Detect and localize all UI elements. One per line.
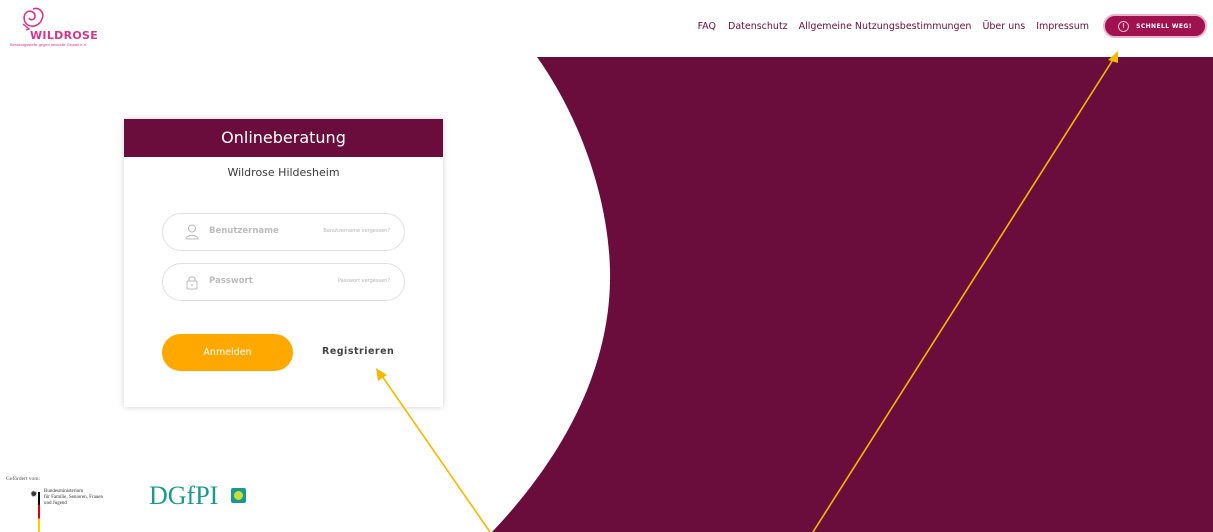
password-field[interactable]: Passwort Passwort vergessen? (162, 263, 405, 301)
nav-faq[interactable]: FAQ (698, 21, 716, 32)
quick-exit-label: SCHNELL WEG! (1136, 22, 1192, 30)
ministry-logo: ✹ Bundesministerium für Familie, Seniore… (30, 487, 130, 532)
header: WILDROSE Beratungsstelle gegen sexuelle … (0, 0, 1213, 57)
password-forgot-link[interactable]: Passwort vergessen? (338, 278, 390, 284)
nav-impressum[interactable]: Impressum (1036, 21, 1089, 32)
nav-ueber-uns[interactable]: Über uns (982, 21, 1025, 32)
funded-by-label: Gefördert vom: (6, 476, 41, 482)
flag-bar (38, 492, 40, 532)
quick-exit-button[interactable]: ! SCHNELL WEG! (1103, 14, 1207, 38)
logo-subtitle: Beratungsstelle gegen sexuelle Gewalt e.… (10, 42, 88, 47)
wildrose-logo[interactable]: WILDROSE Beratungsstelle gegen sexuelle … (9, 6, 119, 50)
dgfpi-logo: DGfPI (149, 481, 219, 510)
main-nav: FAQ Datenschutz Allgemeine Nutzungsbesti… (698, 14, 1213, 38)
dgfpi-badge-icon (231, 488, 246, 503)
user-icon (185, 224, 199, 240)
password-placeholder: Passwort (209, 276, 253, 286)
nav-nutzungsbestimmungen[interactable]: Allgemeine Nutzungsbestimmungen (799, 21, 972, 32)
lock-icon (186, 276, 198, 290)
username-field[interactable]: Benutzername Benutzername vergessen? (162, 213, 405, 251)
ministry-name: Bundesministerium für Familie, Senioren,… (44, 489, 104, 506)
login-subtitle: Wildrose Hildesheim (227, 166, 340, 179)
warning-icon: ! (1118, 20, 1130, 32)
eagle-icon: ✹ (30, 489, 38, 499)
username-placeholder: Benutzername (209, 226, 279, 236)
nav-datenschutz[interactable]: Datenschutz (728, 21, 788, 32)
login-card: Onlineberatung Wildrose Hildesheim Benut… (124, 119, 443, 407)
logo-text: WILDROSE (30, 29, 99, 42)
register-link[interactable]: Registrieren (322, 346, 394, 357)
login-title: Onlineberatung (124, 119, 443, 157)
login-button[interactable]: Anmelden (162, 334, 293, 371)
username-forgot-link[interactable]: Benutzername vergessen? (323, 228, 390, 234)
